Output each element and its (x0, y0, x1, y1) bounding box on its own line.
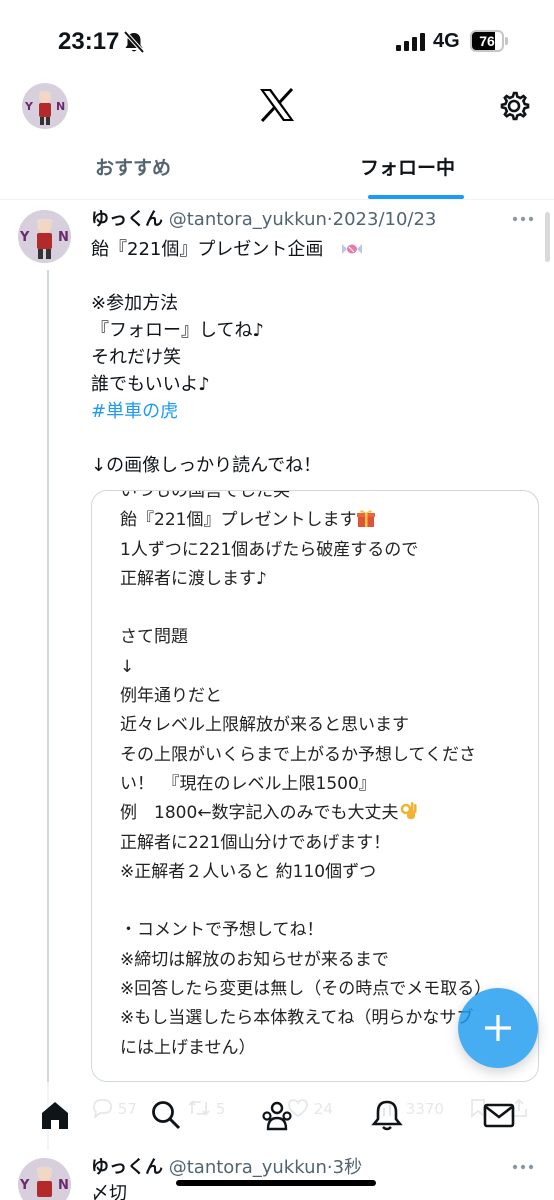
tweet-line: それだけ笑 (91, 347, 181, 368)
tab-recommended[interactable]: おすすめ (95, 140, 171, 200)
home-indicator (176, 1180, 376, 1186)
status-time: 23:17 (58, 28, 120, 55)
tweet-line: 飴『221個』プレゼント企画 (91, 236, 531, 263)
svg-text:Y: Y (19, 1178, 30, 1193)
tweet-line: 誰でもいいよ♪ (91, 374, 210, 395)
timeline-tabs: おすすめ フォロー中 (0, 140, 554, 200)
tweet-header: ゆっくん @tantora_yukkun·3秒 (91, 1156, 362, 1180)
gift-icon (357, 510, 376, 528)
plus-icon (485, 1015, 511, 1041)
more-options-icon[interactable] (512, 216, 534, 222)
author-name[interactable]: ゆっくん (91, 209, 163, 230)
battery-icon: 76 (470, 30, 510, 52)
bottom-nav (0, 1082, 554, 1152)
tweet-line: ↓の画像しっかり読んでね！ (91, 455, 322, 476)
image-line: ・コメントで予想してね！ (120, 920, 324, 941)
image-line: ※締切は解放のお知らせが来るまで (120, 949, 389, 970)
communities-icon[interactable] (260, 1098, 294, 1132)
bell-off-icon (123, 30, 145, 54)
tweet[interactable]: Y N ゆっくん @tantora_yukkun·3秒 〆切 (0, 1150, 554, 1200)
home-icon[interactable] (38, 1098, 72, 1132)
messages-icon[interactable] (482, 1098, 516, 1132)
svg-text:N: N (58, 1178, 69, 1193)
tweet-line: 『フォロー』してね♪ (91, 320, 264, 341)
author-handle[interactable]: @tantora_yukkun (169, 1157, 327, 1178)
svg-text:Y: Y (19, 230, 30, 245)
image-line: ↓ (120, 656, 135, 677)
profile-avatar[interactable]: Y N (22, 83, 68, 129)
compose-button[interactable] (458, 988, 538, 1068)
active-tab-indicator (368, 195, 464, 199)
tweet-time[interactable]: 3秒 (333, 1157, 362, 1178)
image-line: い！ 『現在のレベル上限1500』 (120, 773, 376, 794)
thread-line (47, 270, 49, 1160)
image-line (120, 594, 530, 623)
scrollbar[interactable] (545, 212, 550, 262)
more-options-icon[interactable] (512, 1164, 534, 1170)
tweet-text: 〆切 (91, 1183, 127, 1200)
app-header: Y N (0, 80, 554, 140)
svg-text:Y: Y (24, 100, 34, 113)
author-name[interactable]: ゆっくん (91, 1157, 163, 1178)
image-line: 例年通りだと (120, 686, 222, 707)
image-line: 正解者に渡します♪ (120, 568, 267, 589)
tweet-line (91, 425, 531, 452)
tweet-line (91, 263, 531, 290)
tweet-text: 飴『221個』プレゼント企画 ※参加方法 『フォロー』してね♪ それだけ笑 誰で… (91, 236, 531, 479)
search-icon[interactable] (149, 1098, 183, 1132)
candy-icon (342, 244, 363, 254)
image-line (120, 887, 530, 916)
image-line: いつもの国営でした笑 (120, 490, 290, 501)
image-line: さて問題 (120, 627, 188, 648)
tweet-date[interactable]: 2023/10/23 (333, 209, 437, 230)
battery-percent: 76 (479, 33, 495, 49)
status-bar: 23:17 4G 76 (0, 0, 554, 80)
image-line: ※正解者２人いると 約110個ずつ (120, 861, 377, 882)
image-line: 近々レベル上限解放が来ると思います (120, 715, 409, 736)
tweet-line: ※参加方法 (91, 293, 179, 314)
tab-following[interactable]: フォロー中 (360, 140, 455, 200)
ok-hand-icon (400, 802, 417, 820)
svg-text:N: N (58, 230, 69, 245)
image-line: 正解者に221個山分けであげます！ (120, 832, 391, 853)
tweet-author-avatar[interactable]: Y N (18, 1158, 71, 1200)
avatar-image: Y N (18, 210, 71, 263)
avatar-image: Y N (22, 83, 68, 129)
avatar-image: Y N (18, 1158, 71, 1200)
gear-icon[interactable] (498, 90, 530, 122)
image-line: 飴『221個』プレゼントします (120, 506, 530, 535)
network-label: 4G (433, 30, 460, 52)
image-line: その上限がいくらまで上がるか予想してくださ (120, 744, 476, 765)
svg-text:N: N (56, 100, 65, 113)
notifications-icon[interactable] (370, 1098, 404, 1132)
author-handle[interactable]: @tantora_yukkun (169, 209, 327, 230)
image-line: 1人ずつに221個あげたら破産するので (120, 539, 419, 560)
tweet-author-avatar[interactable]: Y N (18, 210, 71, 263)
tweet-header: ゆっくん @tantora_yukkun·2023/10/23 (91, 208, 436, 232)
signal-icon (396, 33, 425, 51)
image-line: 例 1800←数字記入のみでも大丈夫 (120, 799, 530, 828)
x-logo-icon[interactable] (259, 88, 295, 122)
image-text: いつもの国営でした笑 飴『221個』プレゼントします 1人ずつに221個あげたら… (120, 490, 530, 1063)
tweet-image[interactable]: いつもの国営でした笑 飴『221個』プレゼントします 1人ずつに221個あげたら… (91, 490, 539, 1082)
hashtag-link[interactable]: #単車の虎 (91, 398, 531, 425)
